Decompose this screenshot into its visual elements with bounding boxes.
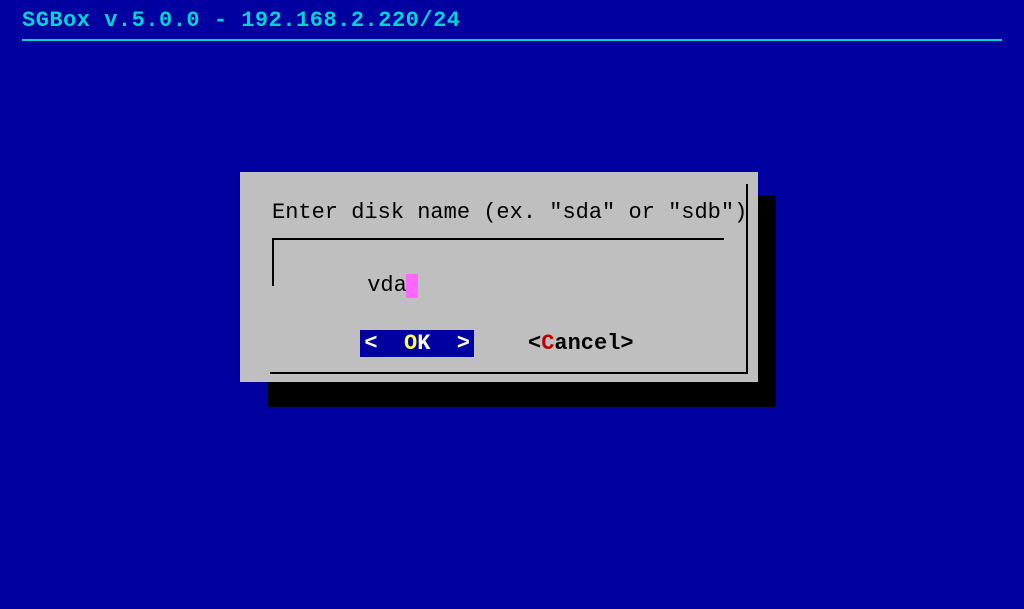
app-header: SGBox v.5.0.0 - 192.168.2.220/24 [0, 0, 1024, 39]
disk-name-input[interactable]: vda [272, 238, 724, 286]
ok-button[interactable]: < OK > [360, 330, 474, 357]
app-title: SGBox v.5.0.0 - 192.168.2.220/24 [22, 8, 460, 33]
text-cursor [406, 274, 418, 298]
input-value: vda [367, 273, 407, 298]
dialog-prompt-text: Enter disk name (ex. "sda" or "sdb") [272, 200, 747, 225]
dialog-border-bottom [270, 372, 748, 374]
dialog-button-row: < OK > <Cancel> [240, 330, 758, 357]
header-divider [22, 39, 1002, 41]
cancel-button[interactable]: <Cancel> [524, 330, 638, 357]
disk-name-dialog: Enter disk name (ex. "sda" or "sdb") vda… [240, 172, 758, 382]
